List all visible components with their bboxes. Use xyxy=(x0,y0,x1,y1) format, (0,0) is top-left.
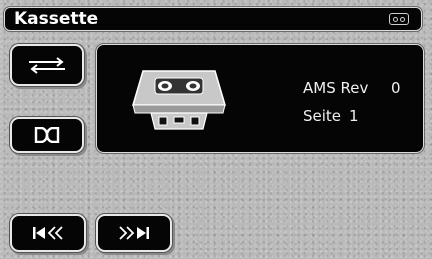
side-label: Seite xyxy=(303,107,342,125)
page-title: Kassette xyxy=(14,9,99,29)
skip-forward-icon xyxy=(119,226,149,240)
ams-value: 0 xyxy=(391,79,401,97)
cassette-screen: Kassette AMS Rev 0 Seite 1 xyxy=(0,0,432,259)
dolby-button[interactable] xyxy=(10,117,84,153)
skip-back-icon xyxy=(33,226,63,240)
cassette-display: AMS Rev 0 Seite 1 xyxy=(96,44,424,153)
repeat-button[interactable] xyxy=(10,44,84,86)
title-bar: Kassette xyxy=(4,7,422,31)
cassette-image xyxy=(131,70,227,130)
cassette-icon xyxy=(389,13,409,25)
repeat-arrows-icon xyxy=(29,57,65,74)
side-value: 1 xyxy=(349,107,359,125)
dolby-icon xyxy=(34,127,60,143)
rewind-button[interactable] xyxy=(10,214,86,252)
ams-label: AMS Rev xyxy=(303,79,369,97)
fast-forward-button[interactable] xyxy=(96,214,172,252)
